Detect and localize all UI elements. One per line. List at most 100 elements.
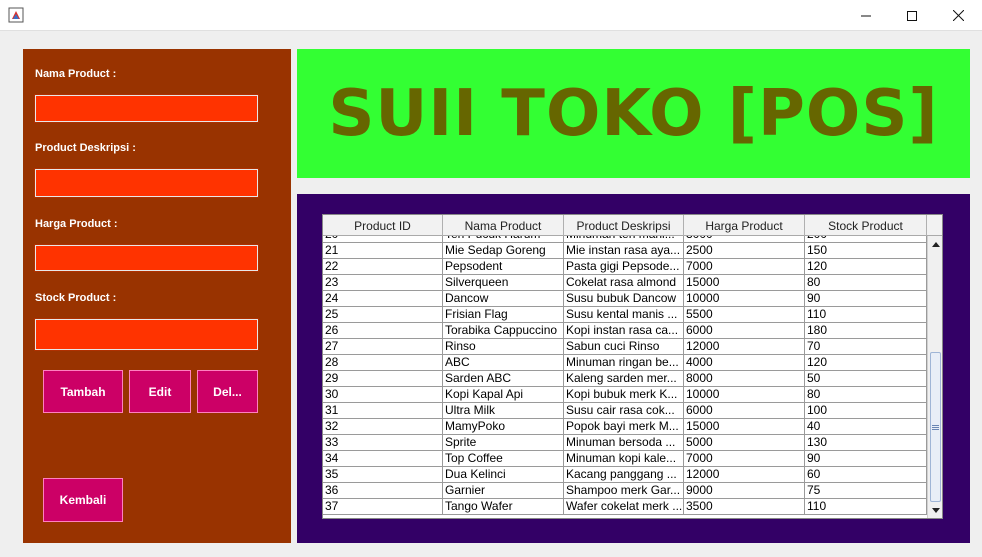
- table-row[interactable]: 32 MamyPoko Popok bayi merk M... 15000 40: [323, 419, 927, 435]
- cell-product-deskripsi: Susu cair rasa cok...: [564, 403, 684, 419]
- cell-nama-product: Rinso: [443, 339, 564, 355]
- delete-button[interactable]: Del...: [197, 370, 258, 413]
- cell-stock-product: 200: [805, 236, 927, 243]
- table-row[interactable]: 29 Sarden ABC Kaleng sarden mer... 8000 50: [323, 371, 927, 387]
- column-header-product-deskripsi[interactable]: Product Deskripsi: [564, 215, 684, 236]
- cell-product-deskripsi: Shampoo merk Gar...: [564, 483, 684, 499]
- cell-product-deskripsi: Minuman teh mani...: [564, 236, 684, 243]
- cell-stock-product: 110: [805, 499, 927, 515]
- cell-product-deskripsi: Kaleng sarden mer...: [564, 371, 684, 387]
- cell-stock-product: 130: [805, 435, 927, 451]
- cell-harga-product: 8000: [684, 371, 805, 387]
- cell-product-id: 37: [323, 499, 443, 515]
- table-row[interactable]: 22 Pepsodent Pasta gigi Pepsode... 7000 120: [323, 259, 927, 275]
- table-row[interactable]: 30 Kopi Kapal Api Kopi bubuk merk K... 1000…: [323, 387, 927, 403]
- edit-button[interactable]: Edit: [129, 370, 191, 413]
- nama-product-input[interactable]: [34, 94, 259, 123]
- product-deskripsi-label: Product Deskripsi :: [35, 142, 136, 154]
- cell-product-id: 27: [323, 339, 443, 355]
- table-row[interactable]: 24 Dancow Susu bubuk Dancow 10000 90: [323, 291, 927, 307]
- cell-nama-product: Pepsodent: [443, 259, 564, 275]
- cell-harga-product: 7000: [684, 259, 805, 275]
- table-rows: 20Teh Pucuk HarumMinuman teh mani...3000…: [323, 236, 927, 515]
- scroll-up-button[interactable]: [928, 236, 942, 252]
- cell-product-deskripsi: Susu bubuk Dancow: [564, 291, 684, 307]
- cell-product-id: 28: [323, 355, 443, 371]
- cell-product-deskripsi: Kacang panggang ...: [564, 467, 684, 483]
- product-deskripsi-input[interactable]: [34, 168, 259, 198]
- cell-stock-product: 70: [805, 339, 927, 355]
- cell-harga-product: 4000: [684, 355, 805, 371]
- table-row[interactable]: 26 Torabika Cappuccino Kopi instan rasa ca…: [323, 323, 927, 339]
- cell-stock-product: 40: [805, 419, 927, 435]
- maximize-icon: [907, 10, 917, 21]
- cell-harga-product: 3500: [684, 499, 805, 515]
- table-row[interactable]: 25 Frisian Flag Susu kental manis ... 5500 1…: [323, 307, 927, 323]
- product-table[interactable]: Product ID Nama Product Product Deskrips…: [322, 214, 943, 519]
- grip-icon: [932, 424, 939, 430]
- cell-harga-product: 6000: [684, 323, 805, 339]
- cell-stock-product: 150: [805, 243, 927, 259]
- close-icon: [952, 10, 964, 21]
- cell-product-deskripsi: Kopi instan rasa ca...: [564, 323, 684, 339]
- close-button[interactable]: [935, 0, 981, 31]
- table-row[interactable]: 23 Silverqueen Cokelat rasa almond 15000 80: [323, 275, 927, 291]
- harga-product-label: Harga Product :: [35, 218, 118, 230]
- cell-stock-product: 80: [805, 275, 927, 291]
- table-row[interactable]: 31 Ultra Milk Susu cair rasa cok... 6000 100: [323, 403, 927, 419]
- cell-stock-product: 50: [805, 371, 927, 387]
- cell-product-id: 25: [323, 307, 443, 323]
- cell-product-id: 30: [323, 387, 443, 403]
- cell-nama-product: MamyPoko: [443, 419, 564, 435]
- table-row[interactable]: 27 Rinso Sabun cuci Rinso 12000 70: [323, 339, 927, 355]
- minimize-button[interactable]: [843, 0, 889, 31]
- minimize-icon: [861, 15, 871, 16]
- column-header-nama-product[interactable]: Nama Product: [443, 215, 564, 236]
- scroll-down-button[interactable]: [928, 502, 942, 518]
- cell-harga-product: 9000: [684, 483, 805, 499]
- cell-product-id: 20: [323, 236, 443, 243]
- arrow-down-icon: [931, 507, 940, 513]
- window-titlebar[interactable]: [0, 0, 982, 31]
- table-row[interactable]: 20Teh Pucuk HarumMinuman teh mani...3000…: [323, 236, 927, 243]
- column-header-stock-product[interactable]: Stock Product: [805, 215, 927, 236]
- cell-product-deskripsi: Sabun cuci Rinso: [564, 339, 684, 355]
- harga-product-input[interactable]: [34, 244, 259, 272]
- tambah-button[interactable]: Tambah: [43, 370, 123, 413]
- cell-product-deskripsi: Cokelat rasa almond: [564, 275, 684, 291]
- vertical-scrollbar[interactable]: [927, 236, 942, 518]
- column-header-product-id[interactable]: Product ID: [323, 215, 443, 236]
- cell-nama-product: Tango Wafer: [443, 499, 564, 515]
- cell-harga-product: 10000: [684, 387, 805, 403]
- column-header-harga-product[interactable]: Harga Product: [684, 215, 805, 236]
- table-row[interactable]: 21 Mie Sedap Goreng Mie instan rasa aya...…: [323, 243, 927, 259]
- cell-nama-product: Silverqueen: [443, 275, 564, 291]
- table-row[interactable]: 35 Dua Kelinci Kacang panggang ... 12000 60: [323, 467, 927, 483]
- table-row[interactable]: 34 Top Coffee Minuman kopi kale... 7000 90: [323, 451, 927, 467]
- stock-product-input[interactable]: [34, 318, 259, 351]
- cell-nama-product: Kopi Kapal Api: [443, 387, 564, 403]
- cell-harga-product: 3000: [684, 236, 805, 243]
- cell-stock-product: 75: [805, 483, 927, 499]
- table-row[interactable]: 28 ABC Minuman ringan be... 4000 120: [323, 355, 927, 371]
- cell-harga-product: 5500: [684, 307, 805, 323]
- cell-nama-product: Garnier: [443, 483, 564, 499]
- cell-nama-product: Sarden ABC: [443, 371, 564, 387]
- cell-nama-product: Sprite: [443, 435, 564, 451]
- maximize-button[interactable]: [889, 0, 935, 31]
- cell-stock-product: 120: [805, 259, 927, 275]
- table-row[interactable]: 36 Garnier Shampoo merk Gar... 9000 75: [323, 483, 927, 499]
- cell-product-deskripsi: Wafer cokelat merk ...: [564, 499, 684, 515]
- cell-nama-product: Teh Pucuk Harum: [443, 236, 564, 243]
- cell-nama-product: Mie Sedap Goreng: [443, 243, 564, 259]
- cell-stock-product: 110: [805, 307, 927, 323]
- kembali-button[interactable]: Kembali: [43, 478, 123, 522]
- cell-stock-product: 60: [805, 467, 927, 483]
- cell-product-id: 33: [323, 435, 443, 451]
- scroll-thumb[interactable]: [930, 352, 941, 502]
- cell-stock-product: 120: [805, 355, 927, 371]
- table-row[interactable]: 33 Sprite Minuman bersoda ... 5000 130: [323, 435, 927, 451]
- table-row[interactable]: 37 Tango Wafer Wafer cokelat merk ... 3500 1…: [323, 499, 927, 515]
- arrow-up-icon: [931, 241, 940, 247]
- cell-harga-product: 7000: [684, 451, 805, 467]
